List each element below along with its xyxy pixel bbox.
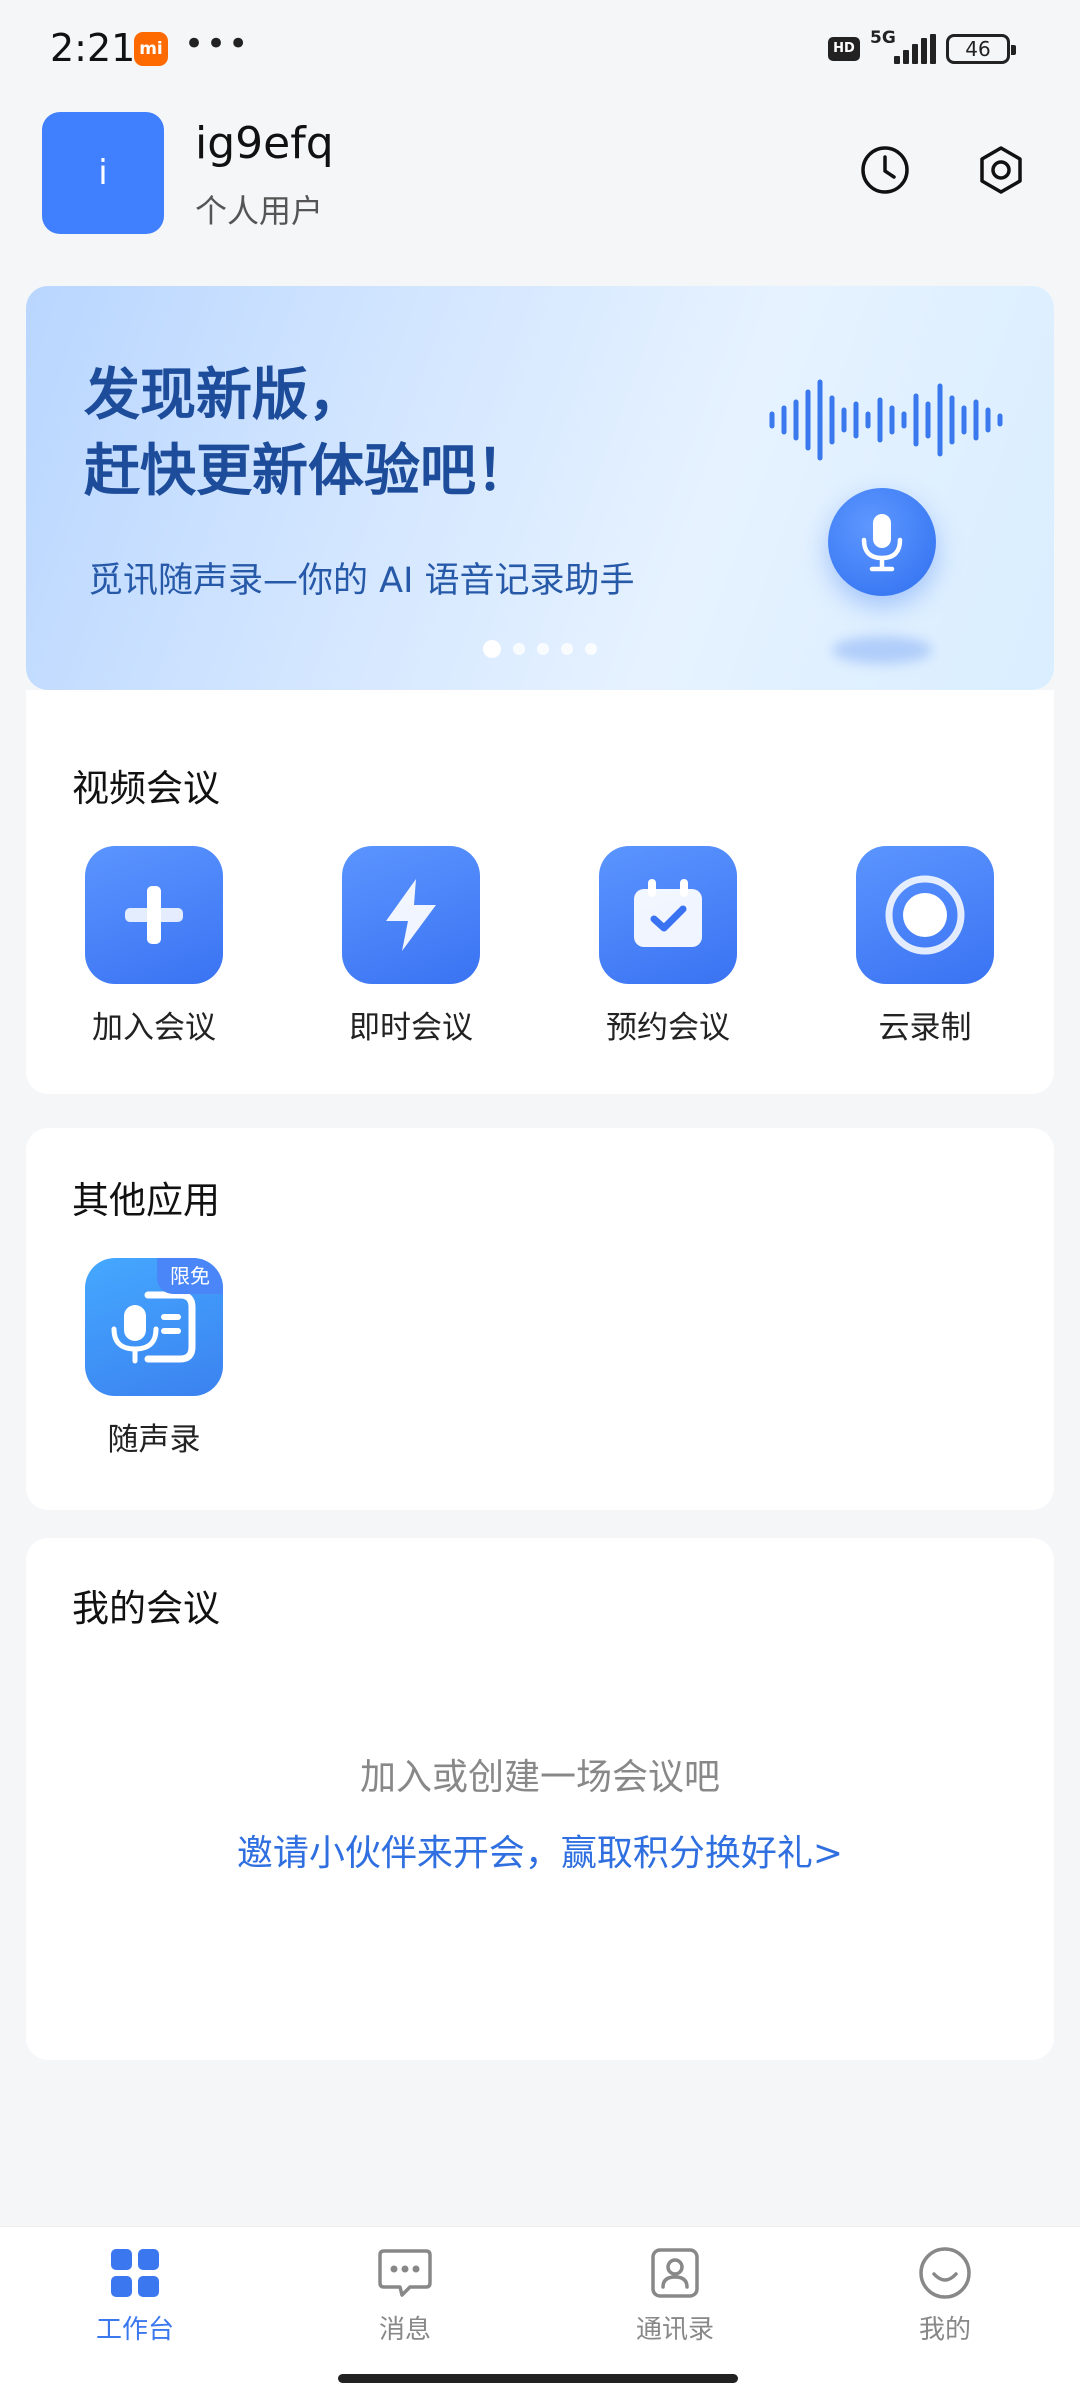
nav-profile[interactable]: 我的 [855, 2245, 1035, 2346]
app-label: 即时会议 [349, 1010, 473, 1046]
app-label: 加入会议 [92, 1010, 216, 1046]
nav-label: 我的 [918, 2315, 971, 2345]
section-title: 视频会议 [72, 767, 220, 810]
record-icon [856, 846, 994, 984]
hd-voice-icon: HD [828, 37, 860, 61]
clock-icon[interactable] [857, 142, 913, 198]
user-type-label: 个人用户 [195, 192, 324, 230]
invite-link[interactable]: 邀请小伙伴来开会，赢取积分换好礼> [26, 1824, 1054, 1876]
promo-banner[interactable]: 发现新版， 赶快更新体验吧！ 觅讯随声录—你的 AI 语音记录助手 [26, 286, 1054, 690]
carousel-dot [585, 643, 597, 655]
nav-messages[interactable]: 消息 [315, 2245, 495, 2346]
nav-contacts[interactable]: 通讯录 [585, 2245, 765, 2346]
section-title: 我的会议 [72, 1587, 220, 1630]
lightning-icon [342, 846, 480, 984]
carousel-dot [537, 643, 549, 655]
profile-icon [917, 2245, 973, 2301]
more-notifications-icon: ••• [184, 24, 251, 64]
username: ig9efq [195, 118, 334, 169]
voice-recorder-app-button[interactable]: 限免 随声录 [64, 1258, 244, 1459]
join-meeting-button[interactable]: 加入会议 [64, 846, 244, 1047]
carousel-indicator [26, 640, 1054, 659]
microphone-icon [828, 488, 936, 596]
banner-subtitle: 觅讯随声录—你的 AI 语音记录助手 [88, 561, 635, 601]
plus-icon [85, 846, 223, 984]
carousel-dot [513, 643, 525, 655]
status-time: 2:21 [50, 26, 136, 70]
empty-state-text: 加入或创建一场会议吧 [359, 1757, 720, 1798]
avatar[interactable]: i [42, 112, 164, 234]
contacts-icon [647, 2245, 703, 2301]
home-indicator[interactable] [338, 2374, 738, 2383]
video-meeting-card: 视频会议 加入会议 即时会议 预约会议 云录制 [26, 690, 1054, 1094]
message-icon [377, 2245, 433, 2301]
nav-label: 消息 [378, 2315, 431, 2345]
nav-label: 通讯录 [635, 2315, 714, 2345]
app-label: 云录制 [878, 1010, 972, 1046]
carousel-dot [483, 640, 501, 658]
mi-app-icon: mi [134, 32, 168, 66]
status-bar: 2:21 mi ••• HD 5G 46 [0, 0, 1080, 100]
my-meetings-card: 我的会议 加入或创建一场会议吧 邀请小伙伴来开会，赢取积分换好礼> [26, 1538, 1054, 2060]
app-label: 随声录 [107, 1422, 201, 1458]
section-title: 其他应用 [72, 1179, 220, 1222]
banner-title: 发现新版， 赶快更新体验吧！ [84, 363, 532, 504]
battery-icon: 46 [946, 34, 1016, 64]
workbench-icon [107, 2245, 163, 2301]
calendar-check-icon [599, 846, 737, 984]
settings-icon[interactable] [973, 142, 1029, 198]
instant-meeting-button[interactable]: 即时会议 [321, 846, 501, 1047]
nav-workbench[interactable]: 工作台 [45, 2245, 225, 2346]
schedule-meeting-button[interactable]: 预约会议 [578, 846, 758, 1047]
cloud-record-button[interactable]: 云录制 [835, 846, 1015, 1047]
app-label: 预约会议 [606, 1010, 730, 1046]
free-badge: 限免 [157, 1258, 223, 1294]
signal-icon [890, 34, 936, 64]
sound-wave-icon [769, 379, 1003, 461]
nav-label: 工作台 [95, 2315, 174, 2345]
voice-recorder-icon: 限免 [85, 1258, 223, 1396]
carousel-dot [561, 643, 573, 655]
other-apps-card: 其他应用 限免 随声录 [26, 1128, 1054, 1510]
